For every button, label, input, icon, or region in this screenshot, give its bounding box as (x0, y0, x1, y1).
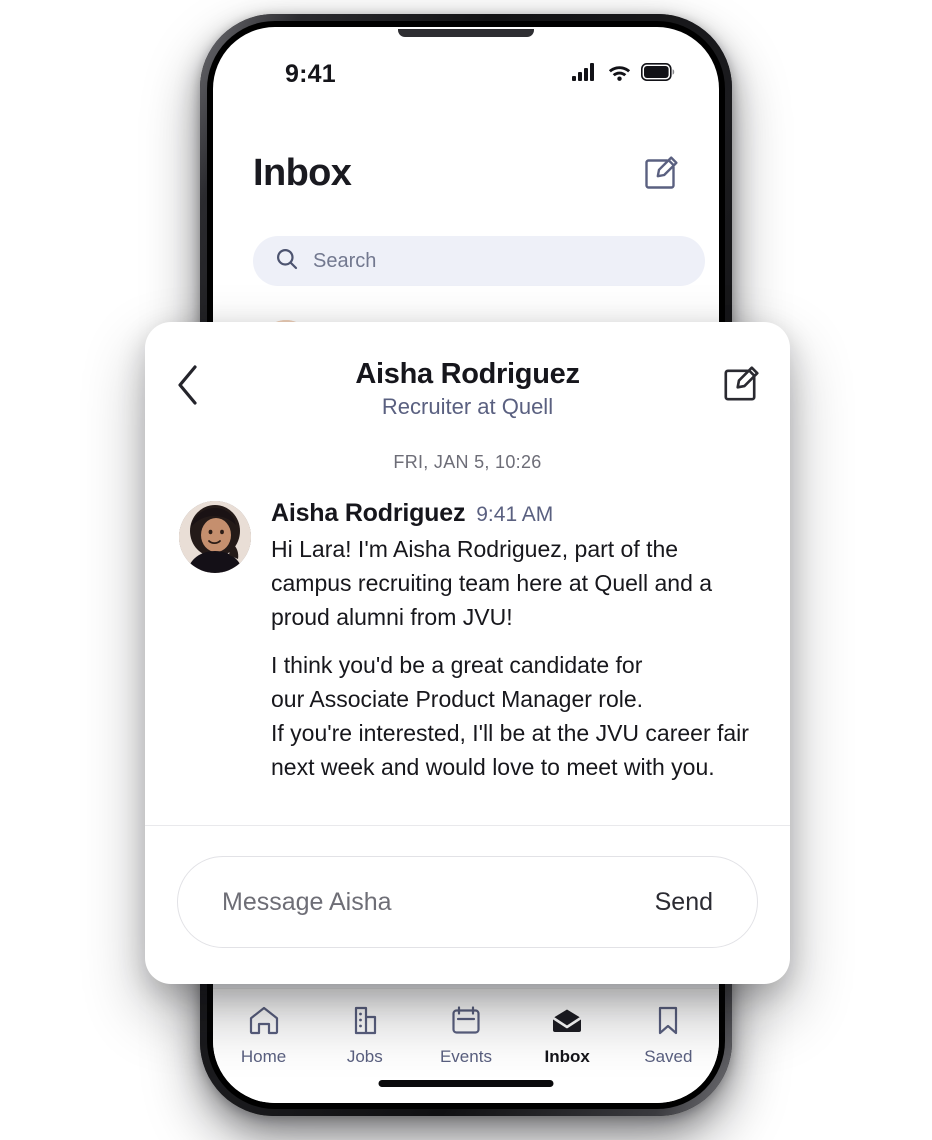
status-bar-icons (572, 62, 675, 86)
page-title: Inbox (253, 152, 352, 194)
sender-avatar (179, 501, 251, 573)
tab-label: Jobs (346, 1047, 383, 1066)
speaker-notch (398, 29, 534, 37)
tab-saved[interactable]: Saved (626, 1005, 710, 1067)
inbox-header: Inbox (213, 152, 719, 195)
conversation-contact-subtitle: Recruiter at Quell (381, 393, 554, 419)
message-input-placeholder[interactable]: Message Aisha (222, 888, 392, 917)
tab-label: Events (439, 1047, 492, 1066)
building-icon (349, 1005, 381, 1040)
message-composer[interactable]: Message Aisha Send (177, 856, 758, 948)
cellular-signal-icon (572, 62, 598, 86)
tab-label: Saved (644, 1047, 693, 1066)
compose-button[interactable] (641, 155, 679, 193)
chevron-left-icon (175, 365, 201, 410)
message-sender-name: Aisha Rodriguez (271, 499, 466, 527)
message-paragraph: Hi Lara! I'm Aisha Rodriguez, part of th… (271, 536, 713, 630)
tab-jobs[interactable]: Jobs (323, 1005, 407, 1067)
thread-date-separator: FRI, JAN 5, 10:26 (393, 452, 542, 472)
tab-inbox[interactable]: Inbox (525, 1005, 609, 1067)
message-composer-area: Message Aisha Send (145, 825, 790, 984)
message-content: Aisha Rodriguez 9:41 AM Hi Lara! I'm Ais… (271, 499, 756, 784)
back-button[interactable] (175, 364, 201, 406)
compose-icon (641, 155, 679, 197)
home-icon (248, 1005, 280, 1040)
screenshot-stage: 9:41 Inbox Search Home Jobs Events Inbox… (0, 0, 932, 1140)
conversation-contact-name: Aisha Rodriguez (355, 357, 580, 390)
bookmark-icon (652, 1005, 684, 1040)
message-thread: Aisha Rodriguez 9:41 AM Hi Lara! I'm Ais… (145, 473, 790, 825)
conversation-title-block: Aisha Rodriguez Recruiter at Quell (179, 350, 756, 421)
tab-label: Inbox (544, 1047, 590, 1066)
compose-button[interactable] (720, 365, 760, 405)
compose-icon (720, 366, 760, 409)
envelope-open-filled-icon (551, 1005, 583, 1040)
battery-full-icon (641, 62, 675, 86)
message-meta: Aisha Rodriguez 9:41 AM (271, 499, 756, 528)
tab-events[interactable]: Events (424, 1005, 508, 1067)
calendar-icon (450, 1005, 482, 1040)
send-button[interactable]: Send (655, 888, 713, 917)
wifi-icon (607, 63, 632, 86)
search-icon (275, 247, 299, 276)
tab-home[interactable]: Home (222, 1005, 306, 1067)
home-indicator (378, 1080, 554, 1087)
tab-label: Home (240, 1047, 287, 1066)
status-bar: 9:41 (213, 27, 719, 99)
search-placeholder: Search (313, 249, 377, 272)
message-timestamp: 9:41 AM (476, 503, 554, 526)
conversation-modal: Aisha Rodriguez Recruiter at Quell FRI, … (145, 322, 790, 984)
status-bar-time: 9:41 (285, 59, 336, 88)
search-input[interactable]: Search (253, 236, 705, 286)
message-paragraph: I think you'd be a great candidate for o… (271, 652, 749, 780)
conversation-header: Aisha Rodriguez Recruiter at Quell (145, 322, 790, 448)
